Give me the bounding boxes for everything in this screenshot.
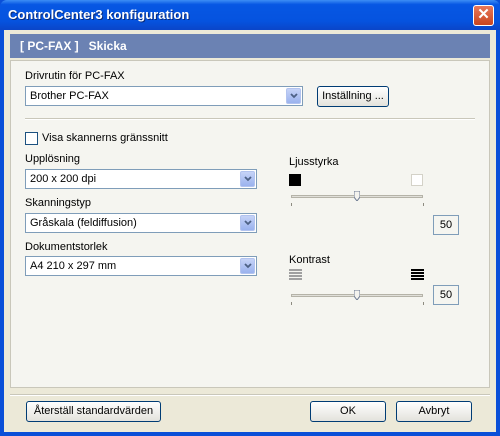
scan-type-label: Skanningstyp bbox=[25, 197, 92, 209]
driver-select-value: Brother PC-FAX bbox=[30, 90, 109, 102]
title-bar[interactable]: ControlCenter3 konfiguration ✕ bbox=[0, 0, 500, 30]
slider-tick bbox=[423, 203, 424, 206]
close-button[interactable]: ✕ bbox=[473, 5, 494, 26]
chevron-down-icon bbox=[244, 176, 252, 182]
brightness-value: 50 bbox=[433, 215, 459, 235]
contrast-label: Kontrast bbox=[289, 254, 330, 266]
doc-size-select[interactable]: A4 210 x 297 mm bbox=[25, 256, 257, 276]
brightness-slider-thumb[interactable] bbox=[354, 191, 360, 201]
resolution-select-value: 200 x 200 dpi bbox=[30, 173, 97, 185]
contrast-slider-thumb[interactable] bbox=[354, 290, 360, 300]
doc-size-label: Dokumentstorlek bbox=[25, 241, 108, 253]
separator bbox=[25, 118, 475, 120]
slider-tick bbox=[423, 302, 424, 305]
ok-button[interactable]: OK bbox=[310, 401, 386, 422]
cancel-button[interactable]: Avbryt bbox=[396, 401, 472, 422]
driver-select[interactable]: Brother PC-FAX bbox=[25, 86, 303, 106]
show-scanner-ui-label: Visa skannerns gränssnitt bbox=[42, 132, 168, 144]
section-header: [ PC-FAX ] Skicka bbox=[10, 34, 490, 58]
slider-tick bbox=[291, 302, 292, 305]
show-scanner-ui-checkbox[interactable] bbox=[25, 132, 38, 145]
restore-defaults-button[interactable]: Återställ standardvärden bbox=[26, 401, 161, 422]
resolution-label: Upplösning bbox=[25, 153, 81, 165]
dialog-client: [ PC-FAX ] Skicka Drivrutin för PC-FAX B… bbox=[4, 30, 496, 432]
chevron-down-icon bbox=[290, 93, 298, 99]
section-header-text: [ PC-FAX ] Skicka bbox=[20, 39, 127, 53]
driver-label: Drivrutin för PC-FAX bbox=[25, 70, 125, 82]
scan-type-select[interactable]: Gråskala (feldiffusion) bbox=[25, 213, 257, 233]
doc-size-dropdown-arrow[interactable] bbox=[240, 258, 255, 274]
scan-type-dropdown-arrow[interactable] bbox=[240, 215, 255, 231]
scan-type-select-value: Gråskala (feldiffusion) bbox=[30, 217, 137, 229]
low-contrast-icon bbox=[289, 269, 302, 280]
light-square-icon bbox=[411, 174, 423, 186]
resolution-dropdown-arrow[interactable] bbox=[240, 171, 255, 187]
dark-square-icon bbox=[289, 174, 301, 186]
doc-size-select-value: A4 210 x 297 mm bbox=[30, 260, 117, 272]
window-title: ControlCenter3 konfiguration bbox=[8, 7, 190, 22]
dialog-window: ControlCenter3 konfiguration ✕ [ PC-FAX … bbox=[0, 0, 500, 436]
settings-button[interactable]: Inställning ... bbox=[317, 86, 389, 107]
footer-separator bbox=[10, 394, 490, 396]
slider-tick bbox=[291, 203, 292, 206]
settings-panel: Drivrutin för PC-FAX Brother PC-FAX Inst… bbox=[10, 60, 490, 388]
brightness-label: Ljusstyrka bbox=[289, 156, 339, 168]
driver-dropdown-arrow[interactable] bbox=[286, 88, 301, 104]
resolution-select[interactable]: 200 x 200 dpi bbox=[25, 169, 257, 189]
high-contrast-icon bbox=[411, 269, 424, 280]
chevron-down-icon bbox=[244, 220, 252, 226]
close-icon: ✕ bbox=[477, 6, 490, 23]
chevron-down-icon bbox=[244, 263, 252, 269]
contrast-value: 50 bbox=[433, 285, 459, 305]
